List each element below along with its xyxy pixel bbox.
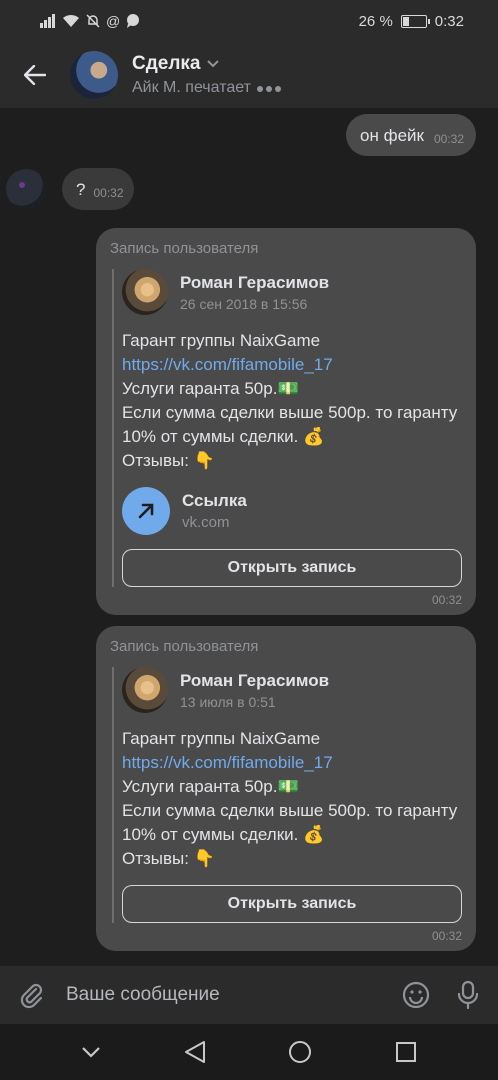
- status-bar: @ 26 % 0:32: [0, 0, 498, 42]
- wall-post[interactable]: Запись пользователя Роман Герасимов 13 и…: [96, 626, 476, 951]
- link-attachment[interactable]: Ссылка vk.com: [122, 487, 462, 535]
- back-button[interactable]: [0, 42, 70, 108]
- signal-icon: [40, 14, 55, 28]
- outgoing-message[interactable]: он фейк 00:32: [346, 114, 476, 156]
- post-author[interactable]: Роман Герасимов 26 сен 2018 в 15:56: [122, 269, 462, 315]
- wall-post-body: Роман Герасимов 26 сен 2018 в 15:56 Гара…: [112, 269, 462, 587]
- chat-title: Сделка: [132, 53, 201, 74]
- microphone-icon[interactable]: [456, 980, 480, 1010]
- message-list[interactable]: он фейк 00:32 ? 00:32 Запись пользовател…: [0, 108, 498, 966]
- chat-avatar[interactable]: [70, 51, 118, 99]
- paperclip-icon[interactable]: [18, 981, 46, 1009]
- post-link[interactable]: https://vk.com/fifamobile_17: [122, 353, 462, 377]
- at-icon: @: [106, 13, 121, 29]
- post-line: Если сумма сделки выше 500р. то гаранту …: [122, 403, 458, 446]
- back-arrow-icon: [24, 65, 46, 85]
- post-text: Гарант группы NaixGame https://vk.com/fi…: [122, 329, 462, 473]
- status-icons: @: [40, 13, 140, 29]
- author-avatar[interactable]: [122, 269, 168, 315]
- message-text: ?: [76, 180, 86, 199]
- author-name[interactable]: Роман Герасимов: [180, 273, 329, 293]
- wall-post-body: Роман Герасимов 13 июля в 0:51 Гарант гр…: [112, 667, 462, 923]
- open-post-button[interactable]: Открыть запись: [122, 885, 462, 923]
- mute-icon: [86, 14, 100, 28]
- message-time: 00:32: [433, 132, 464, 146]
- link-title: Ссылка: [182, 491, 247, 510]
- clock: 0:32: [434, 12, 464, 30]
- post-line: Гарант группы NaixGame: [122, 729, 321, 748]
- message-time: 00:32: [431, 929, 462, 943]
- message-text: он фейк: [360, 126, 424, 145]
- sender-avatar[interactable]: [6, 169, 46, 209]
- post-line: Отзывы: 👇: [122, 849, 215, 868]
- message-time: 00:32: [431, 593, 462, 607]
- chat-notification-icon: [127, 14, 140, 28]
- back-triangle-icon[interactable]: [184, 1040, 206, 1064]
- message-composer: Ваше сообщение: [0, 966, 498, 1024]
- incoming-message[interactable]: ? 00:32: [62, 168, 134, 210]
- chat-header: Сделка Айк М. печатает: [0, 42, 498, 108]
- system-navigation-bar: [0, 1024, 498, 1080]
- post-line: Если сумма сделки выше 500р. то гаранту …: [122, 801, 458, 844]
- message-time: 00:32: [93, 186, 124, 200]
- message-input[interactable]: Ваше сообщение: [66, 984, 402, 1006]
- post-date: 13 июля в 0:51: [180, 693, 276, 710]
- battery-percent: 26 %: [358, 12, 393, 30]
- battery-icon: [400, 14, 430, 28]
- post-line: Отзывы: 👇: [122, 451, 215, 470]
- typing-dots-icon: [256, 79, 284, 97]
- post-line: Услуги гаранта 50р.💵: [122, 777, 299, 796]
- post-author[interactable]: Роман Герасимов 13 июля в 0:51: [122, 667, 462, 713]
- incoming-message-row: ? 00:32: [6, 168, 134, 210]
- open-post-button[interactable]: Открыть запись: [122, 549, 462, 587]
- chat-title-block[interactable]: Сделка Айк М. печатает: [132, 53, 284, 97]
- wifi-icon: [63, 14, 79, 27]
- link-domain: vk.com: [182, 514, 230, 531]
- recents-square-icon[interactable]: [395, 1041, 417, 1063]
- author-avatar[interactable]: [122, 667, 168, 713]
- home-circle-icon[interactable]: [288, 1040, 312, 1064]
- wall-post-header: Запись пользователя: [110, 638, 259, 655]
- post-date: 26 сен 2018 в 15:56: [180, 295, 308, 312]
- chevron-down-icon: [206, 60, 219, 68]
- external-link-icon: [122, 487, 170, 535]
- post-text: Гарант группы NaixGame https://vk.com/fi…: [122, 727, 462, 871]
- hide-keyboard-chevron-icon[interactable]: [81, 1046, 101, 1058]
- post-link[interactable]: https://vk.com/fifamobile_17: [122, 751, 462, 775]
- emoji-icon[interactable]: [402, 981, 430, 1009]
- typing-status: Айк М. печатает: [132, 79, 251, 96]
- wall-post-header: Запись пользователя: [110, 240, 259, 257]
- post-line: Услуги гаранта 50р.💵: [122, 379, 299, 398]
- post-line: Гарант группы NaixGame: [122, 331, 321, 350]
- wall-post[interactable]: Запись пользователя Роман Герасимов 26 с…: [96, 228, 476, 615]
- author-name[interactable]: Роман Герасимов: [180, 671, 329, 691]
